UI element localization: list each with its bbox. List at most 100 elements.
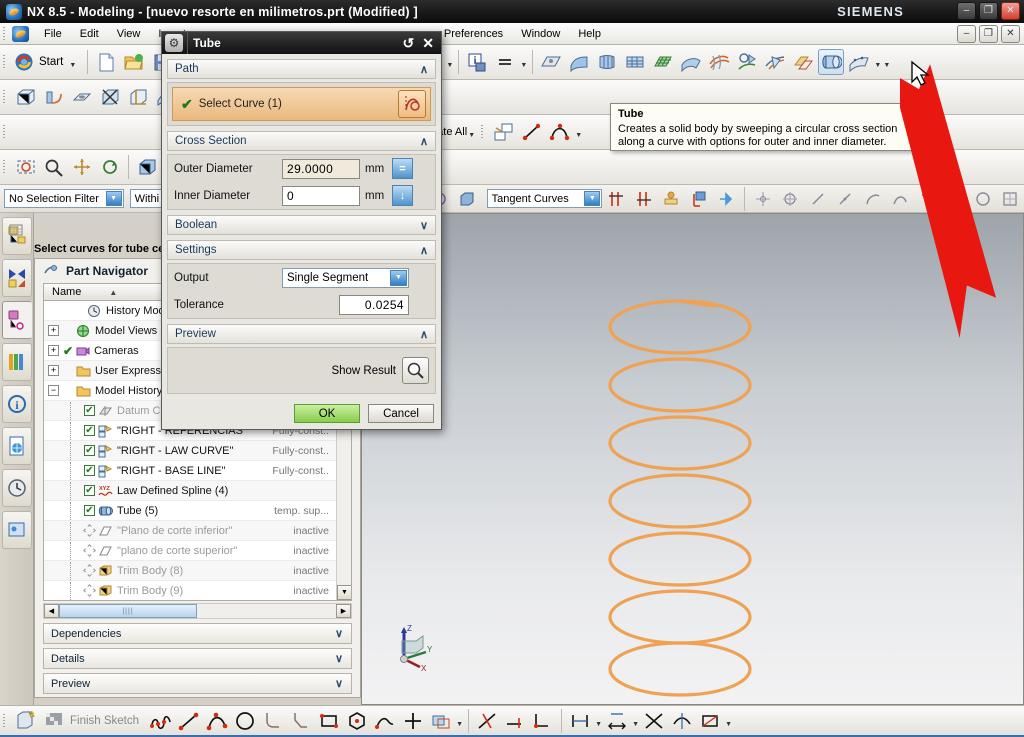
- line-icon[interactable]: [519, 119, 545, 145]
- dialog-close-button[interactable]: ✕: [422, 36, 434, 50]
- tree-checkbox[interactable]: ✔: [84, 425, 95, 436]
- surface-mesh-icon[interactable]: [706, 49, 732, 75]
- hole-icon[interactable]: [69, 84, 95, 110]
- tree-hscroll-thumb[interactable]: ||||: [59, 604, 197, 618]
- snap-endpoint-icon[interactable]: [805, 186, 831, 212]
- snap-control-point-icon[interactable]: [750, 186, 776, 212]
- snap-center-icon[interactable]: [943, 186, 969, 212]
- start-caret-icon[interactable]: ▼: [68, 51, 77, 73]
- resource-web-browser-icon[interactable]: [2, 427, 32, 465]
- resource-roles-icon[interactable]: [2, 511, 32, 549]
- bottom-toolbar-grip[interactable]: [2, 712, 9, 729]
- chevron-down-icon[interactable]: ∨: [420, 219, 428, 232]
- menubar-grip[interactable]: [2, 25, 9, 42]
- snap-intersection-icon[interactable]: [777, 186, 803, 212]
- tube-toolbar-button[interactable]: [818, 49, 845, 75]
- output-dropdown[interactable]: Single Segment ▼: [282, 267, 409, 288]
- scroll-left-button[interactable]: ◀: [44, 604, 59, 618]
- chevron-up-icon[interactable]: ∧: [420, 328, 428, 341]
- sketch-offset-icon[interactable]: [428, 708, 454, 734]
- studio-spline-icon[interactable]: [148, 708, 174, 734]
- sketch-rectangle-icon[interactable]: [316, 708, 342, 734]
- select-feature-icon[interactable]: [686, 186, 712, 212]
- resource-part-navigator-icon[interactable]: [2, 301, 32, 339]
- chevron-down-icon[interactable]: ∨: [335, 652, 343, 665]
- extrude-icon[interactable]: [566, 49, 592, 75]
- section-settings[interactable]: Settings ∧: [167, 240, 436, 260]
- select-curve-button[interactable]: [398, 90, 426, 118]
- tree-expander[interactable]: −: [48, 385, 59, 396]
- toolbar-grip-2[interactable]: [2, 89, 9, 105]
- chevron-up-icon[interactable]: ∧: [420, 63, 428, 76]
- dimension-caret-icon[interactable]: ▼: [631, 710, 640, 732]
- sketch-circle-icon[interactable]: [232, 708, 258, 734]
- tree-checkbox[interactable]: ✔: [84, 465, 95, 476]
- snap-midpoint-icon[interactable]: [832, 186, 858, 212]
- tree-checkbox[interactable]: ✔: [84, 505, 95, 516]
- app-settings-caret-icon[interactable]: ▼: [445, 51, 454, 73]
- tree-row[interactable]: "Plano de corte inferior" inactive: [44, 521, 351, 541]
- tree-row[interactable]: ✔ "RIGHT - BASE LINE" Fully-const..: [44, 461, 351, 481]
- tree-row[interactable]: ✔ Tube (5) temp. sup...: [44, 501, 351, 521]
- inner-diameter-input[interactable]: 0: [282, 185, 360, 206]
- sketch-chamfer-icon[interactable]: [288, 708, 314, 734]
- graphics-viewport[interactable]: Z Y X: [361, 213, 1024, 705]
- section-boolean[interactable]: Boolean ∨: [167, 215, 436, 235]
- sketch-polygon-icon[interactable]: [344, 708, 370, 734]
- sketch-display-constraints-icon[interactable]: [697, 708, 723, 734]
- sketch-quick-trim-icon[interactable]: [474, 708, 500, 734]
- snap-point-on-curve-icon[interactable]: [970, 186, 996, 212]
- resource-constraint-navigator-icon[interactable]: [2, 259, 32, 297]
- tree-checkbox[interactable]: ✔: [84, 405, 95, 416]
- sort-ascending-icon[interactable]: ▲: [109, 288, 117, 297]
- tree-expander[interactable]: +: [48, 325, 59, 336]
- block-icon[interactable]: [13, 84, 39, 110]
- resource-help-info-icon[interactable]: i: [2, 385, 32, 423]
- show-result-button[interactable]: [402, 357, 429, 384]
- follow-fillet-icon[interactable]: [631, 186, 657, 212]
- fit-view-icon[interactable]: [13, 154, 39, 180]
- toolbar1-overflow-caret-icon[interactable]: ▼: [882, 51, 891, 73]
- chevron-down-icon[interactable]: ▼: [390, 269, 407, 286]
- rotate-icon[interactable]: [97, 154, 123, 180]
- snap-arc-center-icon[interactable]: [860, 186, 886, 212]
- tree-row[interactable]: Trim Body (9) inactive: [44, 581, 351, 600]
- sweep-icon[interactable]: [622, 49, 648, 75]
- select-curve-row[interactable]: ✔ Select Curve (1): [172, 87, 431, 121]
- snap-bounded-grid-icon[interactable]: [998, 186, 1024, 212]
- sketch-make-corner-icon[interactable]: [530, 708, 556, 734]
- tree-suppressed-marker[interactable]: [83, 544, 96, 557]
- section-preview[interactable]: Preview ∨: [43, 673, 352, 694]
- extrude2-icon[interactable]: [41, 84, 67, 110]
- section-dependencies[interactable]: Dependencies ∨: [43, 623, 352, 644]
- snap-quadrant-icon[interactable]: [888, 186, 914, 212]
- next-arrow-icon[interactable]: [713, 186, 739, 212]
- revolve-icon[interactable]: [594, 49, 620, 75]
- sketch-auto-constrain-icon[interactable]: [669, 708, 695, 734]
- constraints-caret-icon[interactable]: ▼: [594, 710, 603, 732]
- inner-diameter-expression-button[interactable]: ↓: [392, 185, 413, 206]
- sketch-offset-caret-icon[interactable]: ▼: [455, 710, 464, 732]
- stop-at-intersection-icon[interactable]: [603, 186, 629, 212]
- section-preview[interactable]: Preview ∧: [167, 324, 436, 344]
- toolbar3-overflow-caret-icon[interactable]: ▼: [574, 121, 583, 143]
- menu-item-window[interactable]: Window: [512, 26, 569, 42]
- open-file-icon[interactable]: [121, 49, 147, 75]
- mdi-minimize-button[interactable]: –: [957, 25, 976, 43]
- pan-icon[interactable]: [69, 154, 95, 180]
- sketch-point-icon[interactable]: [400, 708, 426, 734]
- associative-copy-icon[interactable]: [491, 119, 517, 145]
- sketch-profile-icon[interactable]: [372, 708, 398, 734]
- sketch-line-icon[interactable]: [176, 708, 202, 734]
- chevron-down-icon[interactable]: ▼: [584, 191, 601, 206]
- draft-icon[interactable]: [125, 84, 151, 110]
- expression-caret-icon[interactable]: ▼: [519, 51, 528, 73]
- ok-button[interactable]: OK: [294, 404, 360, 423]
- tree-checkbox[interactable]: ✔: [84, 445, 95, 456]
- chain-within-features-icon[interactable]: [658, 186, 684, 212]
- display-constraints-caret-icon[interactable]: ▼: [724, 710, 733, 732]
- tube-dialog[interactable]: ⚙ Tube ↺ ✕ Path ∧ ✔ Select Curve (1) Cro…: [161, 31, 442, 430]
- cancel-button[interactable]: Cancel: [368, 404, 434, 423]
- resource-reuse-library-icon[interactable]: [2, 343, 32, 381]
- mdi-close-button[interactable]: ✕: [1001, 25, 1020, 43]
